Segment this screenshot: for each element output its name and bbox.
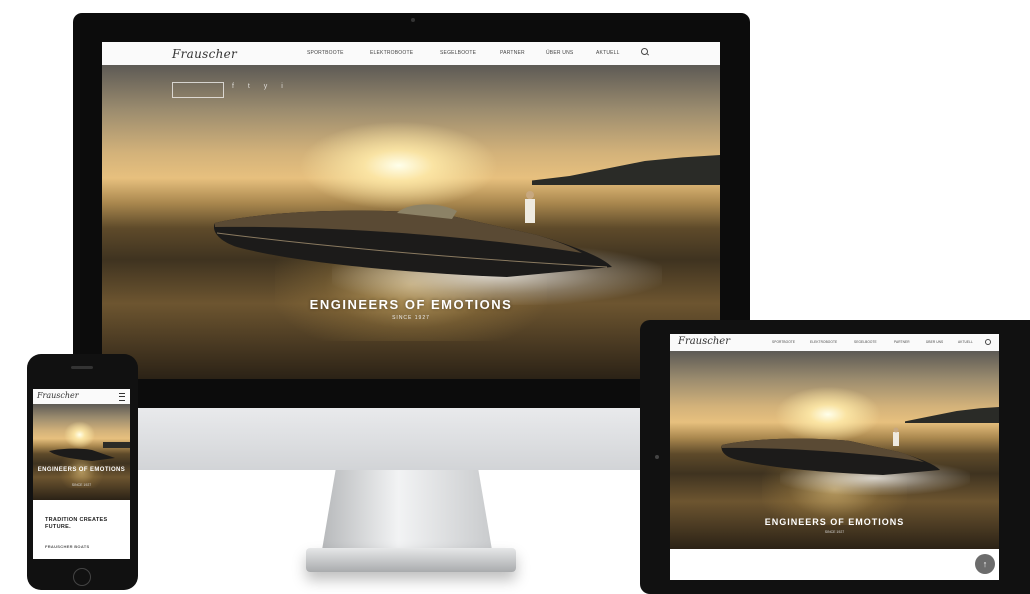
nav-link-segelboote[interactable]: SEGELBOOTE — [854, 340, 877, 344]
brand-logo[interactable]: Frauscher — [37, 391, 79, 400]
mobile-website-screen: Frauscher ENGINEERS OF EMOTIONS SINCE 19… — [33, 389, 130, 559]
nav-link-elektroboote[interactable]: ELEKTROBOOTE — [810, 340, 837, 344]
nav-link-aktuell[interactable]: AKTUELL — [596, 50, 620, 56]
desktop-navbar: Frauscher SPORTBOOTE ELEKTROBOOTE SEGELB… — [102, 42, 720, 66]
island-silhouette — [532, 155, 720, 185]
hero-image: ENGINEERS OF EMOTIONS SINCE 1927 — [670, 351, 999, 549]
hero-image: ENGINEERS OF EMOTIONS SINCE 1927 — [33, 404, 130, 500]
hamburger-menu-icon[interactable] — [119, 393, 125, 401]
hero-headline: ENGINEERS OF EMOTIONS — [309, 297, 513, 312]
nav-link-partner[interactable]: PARTNER — [894, 340, 910, 344]
camera-icon — [655, 455, 659, 459]
search-icon[interactable] — [641, 48, 648, 55]
boat-image — [213, 191, 612, 277]
search-icon[interactable] — [985, 339, 991, 345]
hero-subline: SINCE 1927 — [71, 483, 92, 487]
nav-link-ueber-uns[interactable]: ÜBER UNS — [926, 340, 943, 344]
tablet-navbar: Frauscher SPORTBOOTE ELEKTROBOOTE SEGELB… — [670, 334, 999, 352]
tablet-website-screen: Frauscher SPORTBOOTE ELEKTROBOOTE SEGELB… — [670, 334, 999, 580]
imac-stand — [322, 470, 492, 550]
brand-logo[interactable]: Frauscher — [678, 336, 730, 347]
phone-speaker — [71, 366, 93, 369]
desktop-website-screen: Frauscher SPORTBOOTE ELEKTROBOOTE SEGELB… — [102, 42, 720, 379]
mobile-navbar: Frauscher — [33, 389, 130, 405]
hero-subline: SINCE 1927 — [824, 530, 845, 534]
nav-link-ueber-uns[interactable]: ÜBER UNS — [546, 50, 573, 56]
nav-link-sportboote[interactable]: SPORTBOOTE — [772, 340, 795, 344]
camera-icon — [411, 18, 415, 22]
nav-link-sportboote[interactable]: SPORTBOOTE — [307, 50, 344, 56]
tagline: TRADITION CREATES FUTURE. — [45, 517, 108, 530]
boat-image — [721, 427, 940, 475]
hero-headline: ENGINEERS OF EMOTIONS — [37, 467, 126, 473]
hero-subline: SINCE 1927 — [392, 315, 430, 321]
scroll-top-button[interactable]: ↑ — [975, 554, 995, 574]
hero-menu-button[interactable] — [172, 82, 224, 98]
nav-link-partner[interactable]: PARTNER — [500, 50, 525, 56]
more-link[interactable]: FRAUSCHER BOATS — [45, 544, 89, 549]
social-icons[interactable]: f t y i — [232, 83, 289, 90]
boat-image — [49, 448, 115, 461]
hero-headline: ENGINEERS OF EMOTIONS — [764, 517, 905, 527]
brand-logo[interactable]: Frauscher — [172, 47, 237, 61]
nav-link-elektroboote[interactable]: ELEKTROBOOTE — [370, 50, 413, 56]
imac-stand-foot — [306, 548, 516, 572]
nav-link-segelboote[interactable]: SEGELBOOTE — [440, 50, 476, 56]
home-button-icon — [73, 568, 91, 586]
nav-link-aktuell[interactable]: AKTUELL — [958, 340, 973, 344]
hero-image: f t y i ENGINEERS OF EMOTIONS SINCE 1927 — [102, 65, 720, 379]
